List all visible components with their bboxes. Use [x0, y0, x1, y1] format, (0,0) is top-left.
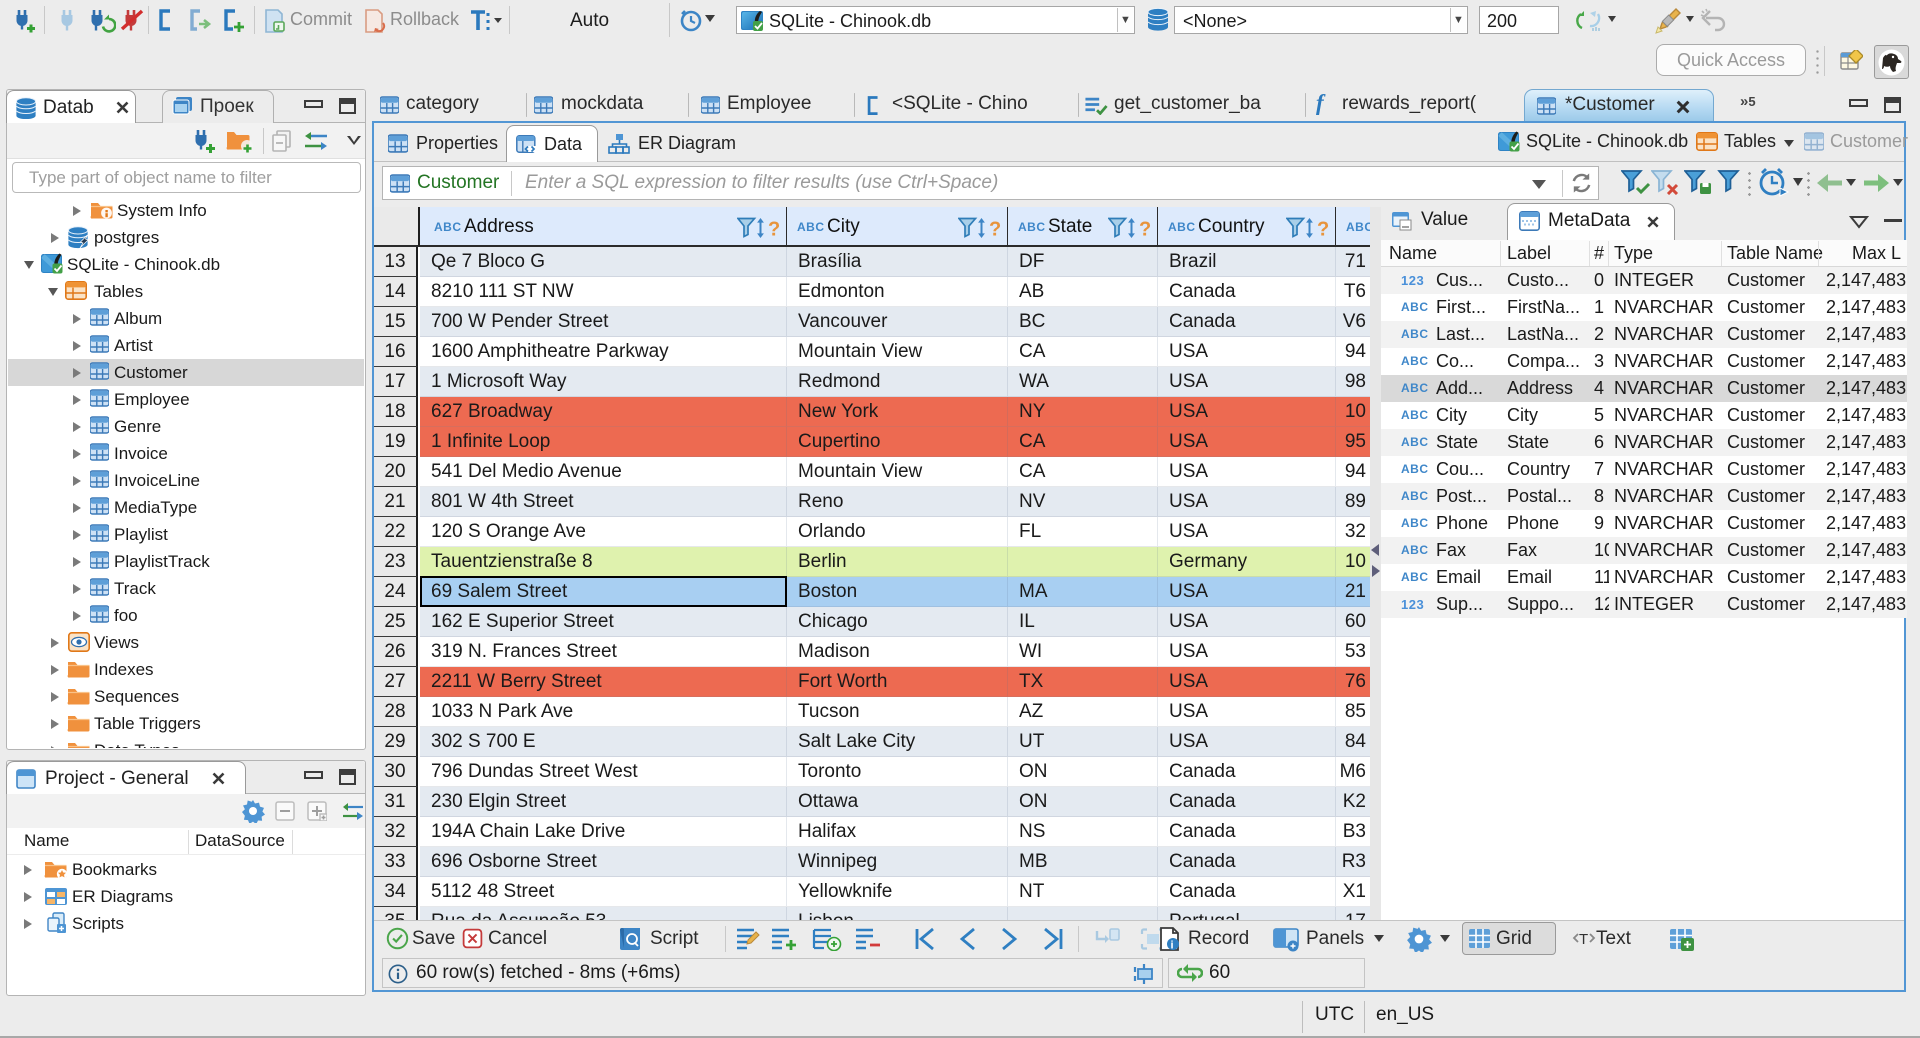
svg-text:?: ?: [768, 219, 780, 240]
svg-text:?: ?: [989, 219, 1001, 240]
svg-text:T: T: [1579, 931, 1588, 948]
svg-text:i: i: [1171, 940, 1174, 952]
svg-text:?: ?: [1139, 219, 1151, 240]
svg-text:?: ?: [1317, 219, 1329, 240]
